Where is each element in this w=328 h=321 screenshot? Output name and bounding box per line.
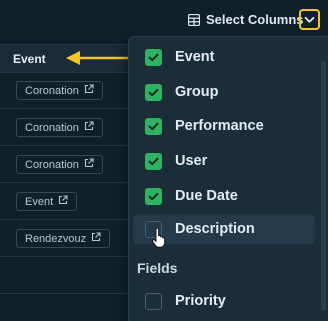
event-link-chip[interactable]: Rendezvouz: [16, 229, 111, 248]
event-link-chip[interactable]: Coronation: [16, 118, 103, 137]
column-option-due-date[interactable]: Due Date: [133, 181, 315, 211]
chevron-down-icon: [304, 11, 315, 29]
toolbar: Select Columns: [0, 0, 328, 40]
select-columns-dropdown: Event Group Performance User Due Date De…: [128, 36, 328, 321]
checkbox-checked[interactable]: [145, 117, 162, 135]
chip-label: Coronation: [25, 84, 79, 97]
column-option-group[interactable]: Group: [133, 77, 315, 107]
external-link-icon: [84, 121, 94, 134]
column-option-event[interactable]: Event: [133, 42, 315, 72]
column-option-user[interactable]: User: [133, 146, 315, 176]
field-option-priority[interactable]: Priority: [133, 286, 315, 316]
external-link-icon: [91, 232, 101, 245]
event-link-chip[interactable]: Coronation: [16, 81, 103, 100]
select-columns-label: Select Columns: [206, 12, 304, 27]
chip-label: Coronation: [25, 158, 79, 171]
external-link-icon: [58, 195, 68, 208]
event-link-chip[interactable]: Event: [16, 192, 78, 211]
hand-cursor-icon: [152, 228, 166, 248]
option-label: Due Date: [175, 188, 238, 204]
external-link-icon: [84, 158, 94, 171]
checkbox-checked[interactable]: [145, 48, 162, 66]
checkbox-unchecked[interactable]: [145, 292, 162, 310]
column-header-event[interactable]: Event: [13, 52, 46, 66]
app-root: Select Columns Event Coronation Coronati…: [0, 0, 328, 321]
dropdown-scrollbar[interactable]: [321, 61, 326, 311]
chip-label: Event: [25, 195, 54, 208]
checkbox-checked[interactable]: [145, 187, 162, 205]
table-columns-icon: [187, 13, 201, 26]
option-label: User: [175, 153, 208, 169]
checkbox-checked[interactable]: [145, 83, 162, 101]
option-label: Description: [175, 221, 255, 237]
external-link-icon: [84, 84, 94, 97]
annotation-arrow-icon: [66, 51, 132, 65]
chip-label: Rendezvouz: [25, 232, 87, 245]
option-label: Performance: [175, 118, 264, 134]
select-columns-button[interactable]: Select Columns: [187, 12, 304, 27]
fields-section-label: Fields: [137, 260, 178, 276]
checkbox-checked[interactable]: [145, 152, 162, 170]
option-label: Priority: [175, 293, 226, 309]
dropdown-toggle-button[interactable]: [299, 9, 320, 30]
option-label: Event: [175, 49, 215, 65]
event-link-chip[interactable]: Coronation: [16, 155, 103, 174]
chip-label: Coronation: [25, 121, 79, 134]
option-label: Group: [175, 84, 219, 100]
column-option-performance[interactable]: Performance: [133, 111, 315, 141]
